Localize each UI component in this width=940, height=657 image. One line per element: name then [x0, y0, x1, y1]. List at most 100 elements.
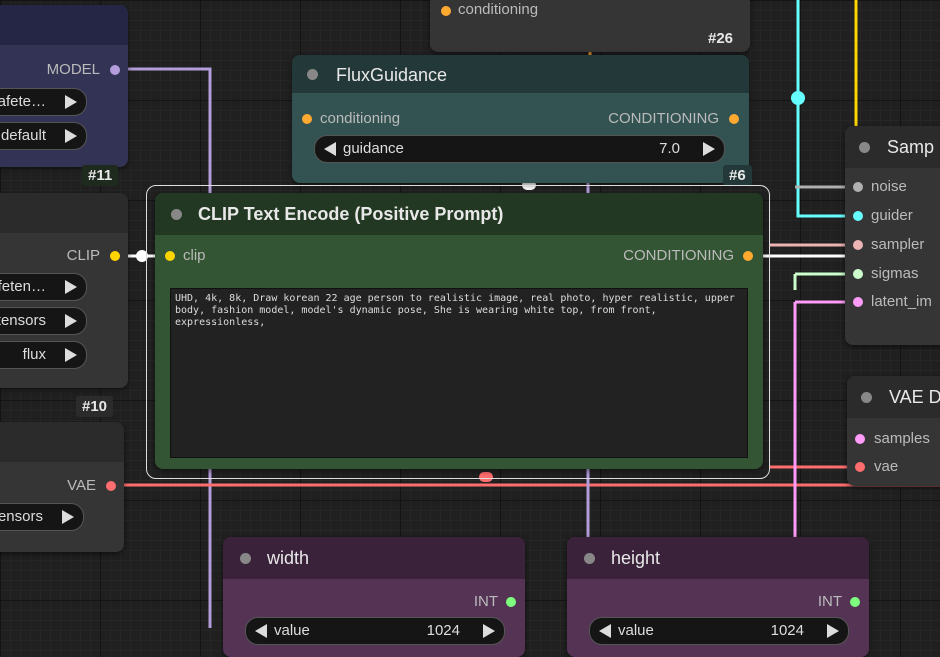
node-title: width	[267, 548, 310, 568]
increment-arrow-icon[interactable]	[65, 95, 77, 109]
samples-input-label: samples	[874, 430, 930, 447]
node-title-bar[interactable]	[0, 422, 124, 462]
collapse-dot-icon[interactable]	[859, 142, 870, 153]
guider-link	[796, 0, 852, 218]
clip-input-dot[interactable]	[165, 251, 175, 261]
increment-arrow-icon[interactable]	[703, 142, 715, 156]
sigmas-input-label: sigmas	[871, 265, 919, 282]
node-title-bar[interactable]: CLIP Text Encode (Positive Prompt)	[155, 193, 763, 235]
node-id-badge: #6	[723, 165, 752, 186]
conditioning-output-dot[interactable]	[729, 114, 739, 124]
model-loader-node[interactable]: MODEL afete… default	[0, 5, 128, 167]
clip-name2-widget[interactable]: tensors	[0, 307, 87, 335]
flux-guidance-node[interactable]: FluxGuidance conditioning CONDITIONING g…	[292, 55, 752, 186]
increment-arrow-icon[interactable]	[65, 314, 77, 328]
node-id-badge: #26	[702, 28, 740, 49]
clip-text-encode-node[interactable]: CLIP Text Encode (Positive Prompt) clip …	[155, 193, 763, 469]
conditioning-input-label: conditioning	[320, 110, 401, 127]
collapse-dot-icon[interactable]	[307, 69, 318, 80]
clip-name1-widget[interactable]: afeten…	[0, 273, 87, 301]
collapse-dot-icon[interactable]	[240, 553, 251, 564]
node-title: CLIP Text Encode (Positive Prompt)	[198, 204, 504, 224]
node-title-bar[interactable]: height	[567, 537, 869, 579]
conditioning-output-dot[interactable]	[743, 251, 753, 261]
node-title: height	[611, 548, 661, 568]
node-title-bar[interactable]: Samp	[845, 126, 940, 168]
noise-input-dot[interactable]	[853, 182, 863, 192]
increment-arrow-icon[interactable]	[483, 624, 495, 638]
samples-input-dot[interactable]	[855, 434, 865, 444]
clip-type-widget[interactable]: flux	[0, 341, 87, 369]
node-id-badge: #10	[76, 396, 114, 417]
node-title: Samp	[887, 137, 935, 157]
increment-arrow-icon[interactable]	[827, 624, 839, 638]
node-title-bar[interactable]: FluxGuidance	[292, 55, 749, 93]
vae-input-label: vae	[874, 458, 899, 475]
guider-input-label: guider	[871, 207, 913, 224]
clip-loader-node[interactable]: CLIP afeten… tensors flux	[0, 193, 128, 388]
sigmas-input-dot[interactable]	[853, 269, 863, 279]
model-output-label: MODEL	[46, 61, 100, 78]
node-title: VAE D	[889, 387, 940, 407]
clip-output-label: CLIP	[66, 247, 100, 264]
value-label: value	[618, 622, 654, 639]
node-title: FluxGuidance	[336, 65, 448, 85]
conditioning-input-dot[interactable]	[441, 6, 451, 16]
decrement-arrow-icon[interactable]	[255, 624, 267, 638]
unet-name-widget[interactable]: afete…	[0, 88, 87, 116]
int-output-label: INT	[817, 593, 842, 610]
int-output-dot[interactable]	[506, 597, 516, 607]
node-title-bar[interactable]: VAE D	[847, 376, 940, 418]
reroute-dot-guider[interactable]	[791, 91, 805, 105]
value-number: 1024	[770, 622, 804, 639]
increment-arrow-icon[interactable]	[65, 129, 77, 143]
guidance-widget[interactable]: guidance 7.0	[314, 135, 725, 163]
unet-name-value: afete…	[0, 93, 46, 110]
value-number: 1024	[426, 622, 460, 639]
prompt-textarea[interactable]: UHD, 4k, 8k, Draw korean 22 age person t…	[170, 288, 748, 458]
vae-decode-node[interactable]: VAE D samples vae	[847, 376, 940, 486]
conditioning-output-label: CONDITIONING	[623, 247, 734, 264]
sampler-custom-node[interactable]: Samp noise guider sampler sigmas latent_…	[845, 126, 940, 345]
guidance-label: guidance	[343, 140, 404, 157]
clip-output-dot[interactable]	[110, 251, 120, 261]
vae-output-dot[interactable]	[106, 481, 116, 491]
latent-input-dot[interactable]	[853, 297, 863, 307]
value-widget[interactable]: value 1024	[589, 617, 849, 645]
node-title-bar[interactable]	[0, 193, 128, 233]
top-node[interactable]: conditioning #26	[430, 0, 750, 52]
vae-name-widget[interactable]: ensors	[0, 503, 84, 531]
collapse-dot-icon[interactable]	[171, 209, 182, 220]
sigmas-link	[793, 272, 852, 290]
collapse-dot-icon[interactable]	[584, 553, 595, 564]
conditioning-input-dot[interactable]	[302, 114, 312, 124]
weight-dtype-widget[interactable]: default	[0, 122, 87, 150]
clip-input-label: clip	[183, 247, 206, 264]
vae-input-dot[interactable]	[855, 462, 865, 472]
sampler-input-dot[interactable]	[853, 240, 863, 250]
node-title-bar[interactable]	[0, 5, 128, 45]
conditioning-output-label: CONDITIONING	[608, 110, 719, 127]
conditioning-input-label: conditioning	[458, 1, 539, 18]
int-output-label: INT	[473, 593, 498, 610]
weight-dtype-value: default	[0, 127, 46, 144]
node-title-bar[interactable]: width	[223, 537, 525, 579]
int-output-dot[interactable]	[850, 597, 860, 607]
value-widget[interactable]: value 1024	[245, 617, 505, 645]
collapse-dot-icon[interactable]	[861, 392, 872, 403]
noise-input-label: noise	[871, 178, 907, 195]
value-label: value	[274, 622, 310, 639]
model-output-dot[interactable]	[110, 65, 120, 75]
height-primitive-node[interactable]: height INT value 1024	[567, 537, 869, 657]
increment-arrow-icon[interactable]	[65, 280, 77, 294]
increment-arrow-icon[interactable]	[65, 348, 77, 362]
vae-loader-node[interactable]: VAE ensors	[0, 422, 124, 552]
clip-type-value: flux	[22, 346, 46, 363]
decrement-arrow-icon[interactable]	[324, 142, 336, 156]
decrement-arrow-icon[interactable]	[599, 624, 611, 638]
guider-input-dot[interactable]	[853, 211, 863, 221]
vae-name-value: ensors	[0, 508, 43, 525]
increment-arrow-icon[interactable]	[62, 510, 74, 524]
width-primitive-node[interactable]: width INT value 1024	[223, 537, 525, 657]
clip-name2-value: tensors	[0, 312, 46, 329]
